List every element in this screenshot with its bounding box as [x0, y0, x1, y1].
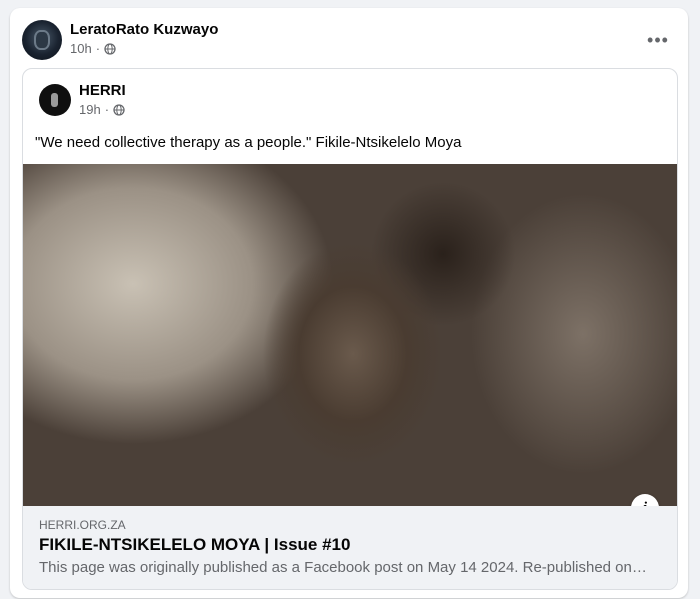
more-horizontal-icon: •••	[647, 29, 669, 50]
meta-separator: ·	[104, 102, 110, 117]
shared-post[interactable]: HERRI 19h · "We need collective therapy …	[22, 68, 678, 590]
more-options-button[interactable]: •••	[640, 22, 676, 58]
shared-post-meta: 19h ·	[79, 102, 125, 117]
globe-icon[interactable]	[113, 103, 125, 116]
meta-separator: ·	[95, 41, 101, 56]
globe-icon[interactable]	[104, 42, 116, 55]
link-preview-image[interactable]	[23, 164, 677, 506]
link-title[interactable]: FIKILE-NTSIKELELO MOYA | Issue #10	[39, 535, 350, 555]
shared-author-name[interactable]: HERRI	[79, 82, 126, 99]
shared-post-text: "We need collective therapy as a people.…	[35, 134, 462, 151]
shared-post-timestamp[interactable]: 19h	[79, 102, 101, 117]
link-description: This page was originally published as a …	[39, 559, 647, 576]
link-domain: HERRI.ORG.ZA	[39, 518, 126, 532]
author-avatar[interactable]	[22, 20, 62, 60]
author-name[interactable]: LeratoRato Kuzwayo	[70, 21, 218, 38]
post-meta: 10h ·	[70, 41, 116, 56]
link-preview[interactable]: HERRI.ORG.ZA FIKILE-NTSIKELELO MOYA | Is…	[23, 506, 677, 589]
shared-author-avatar[interactable]	[39, 84, 71, 116]
post-timestamp[interactable]: 10h	[70, 41, 92, 56]
post-card: LeratoRato Kuzwayo 10h · ••• HERRI 19h ·…	[10, 8, 688, 598]
